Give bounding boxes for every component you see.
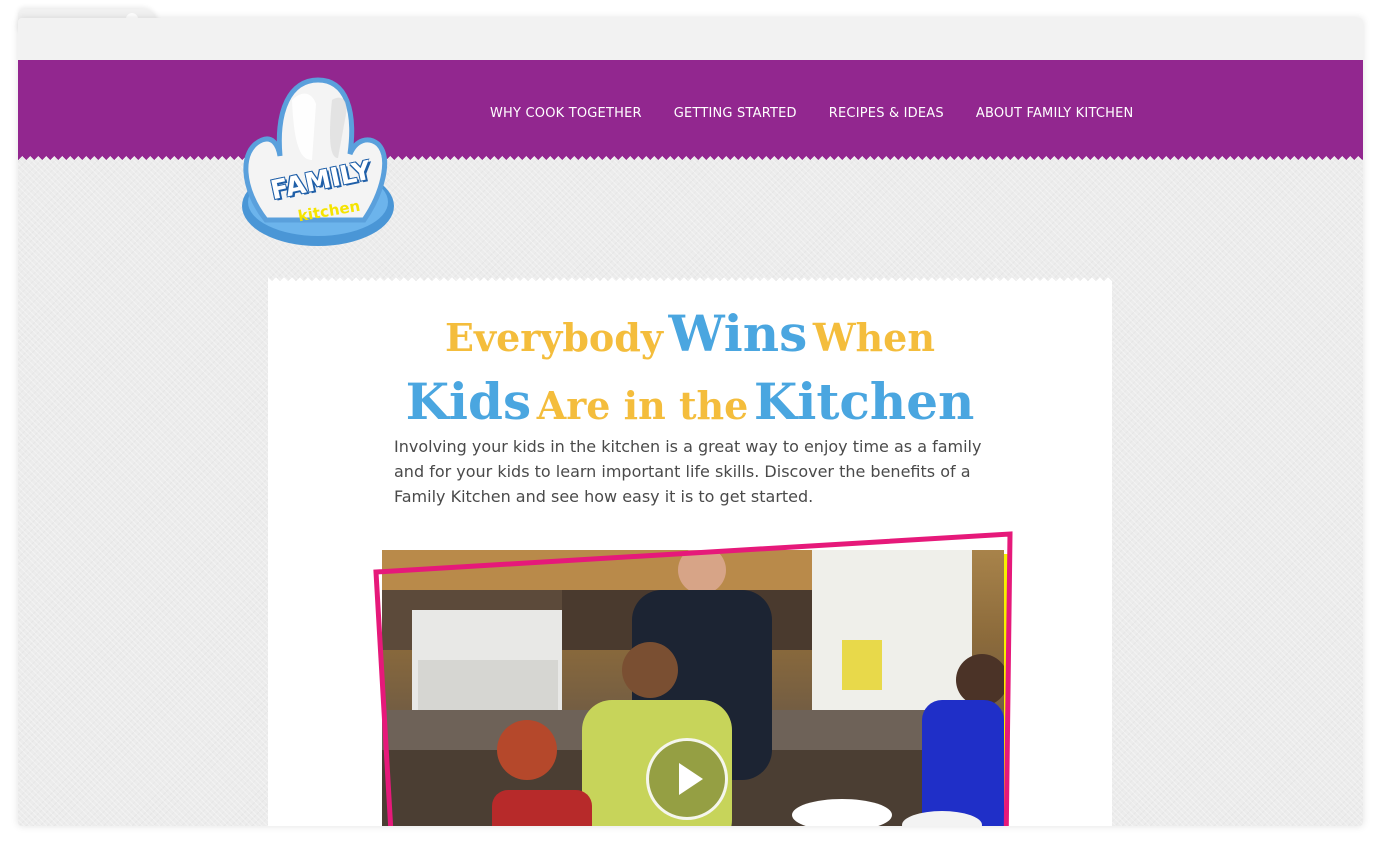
hero-intro-text: Involving your kids in the kitchen is a … <box>394 437 982 506</box>
browser-window: WHY COOK TOGETHER GETTING STARTED RECIPE… <box>18 18 1363 826</box>
page: WHY COOK TOGETHER GETTING STARTED RECIPE… <box>18 60 1363 826</box>
hero-headline: Everybody Wins When Kids Are in the Kitc… <box>268 306 1112 442</box>
oven-mitt-icon <box>242 77 394 246</box>
header-zigzag-edge <box>18 152 1363 160</box>
headline-word: Kids <box>405 372 532 431</box>
browser-chrome <box>18 18 1363 60</box>
main-nav: WHY COOK TOGETHER GETTING STARTED RECIPE… <box>490 106 1165 121</box>
headline-line-2: Kids Are in the Kitchen <box>268 374 1112 442</box>
family-kitchen-logo[interactable]: FAMILY kitchen <box>232 70 400 250</box>
play-icon[interactable] <box>646 738 728 820</box>
headline-word: Everybody <box>445 315 663 360</box>
headline-word: When <box>812 315 935 360</box>
nav-why-cook-together[interactable]: WHY COOK TOGETHER <box>490 106 642 121</box>
headline-word: Wins <box>668 304 808 363</box>
site-header: WHY COOK TOGETHER GETTING STARTED RECIPE… <box>18 60 1363 152</box>
nav-getting-started[interactable]: GETTING STARTED <box>674 106 797 121</box>
headline-word: Kitchen <box>753 372 975 431</box>
headline-word: Are in the <box>536 383 749 428</box>
headline-line-1: Everybody Wins When <box>268 306 1112 374</box>
hero-card: Everybody Wins When Kids Are in the Kitc… <box>268 284 1112 826</box>
nav-about-family-kitchen[interactable]: ABOUT FAMILY KITCHEN <box>976 106 1134 121</box>
nav-recipes-ideas[interactable]: RECIPES & IDEAS <box>829 106 944 121</box>
